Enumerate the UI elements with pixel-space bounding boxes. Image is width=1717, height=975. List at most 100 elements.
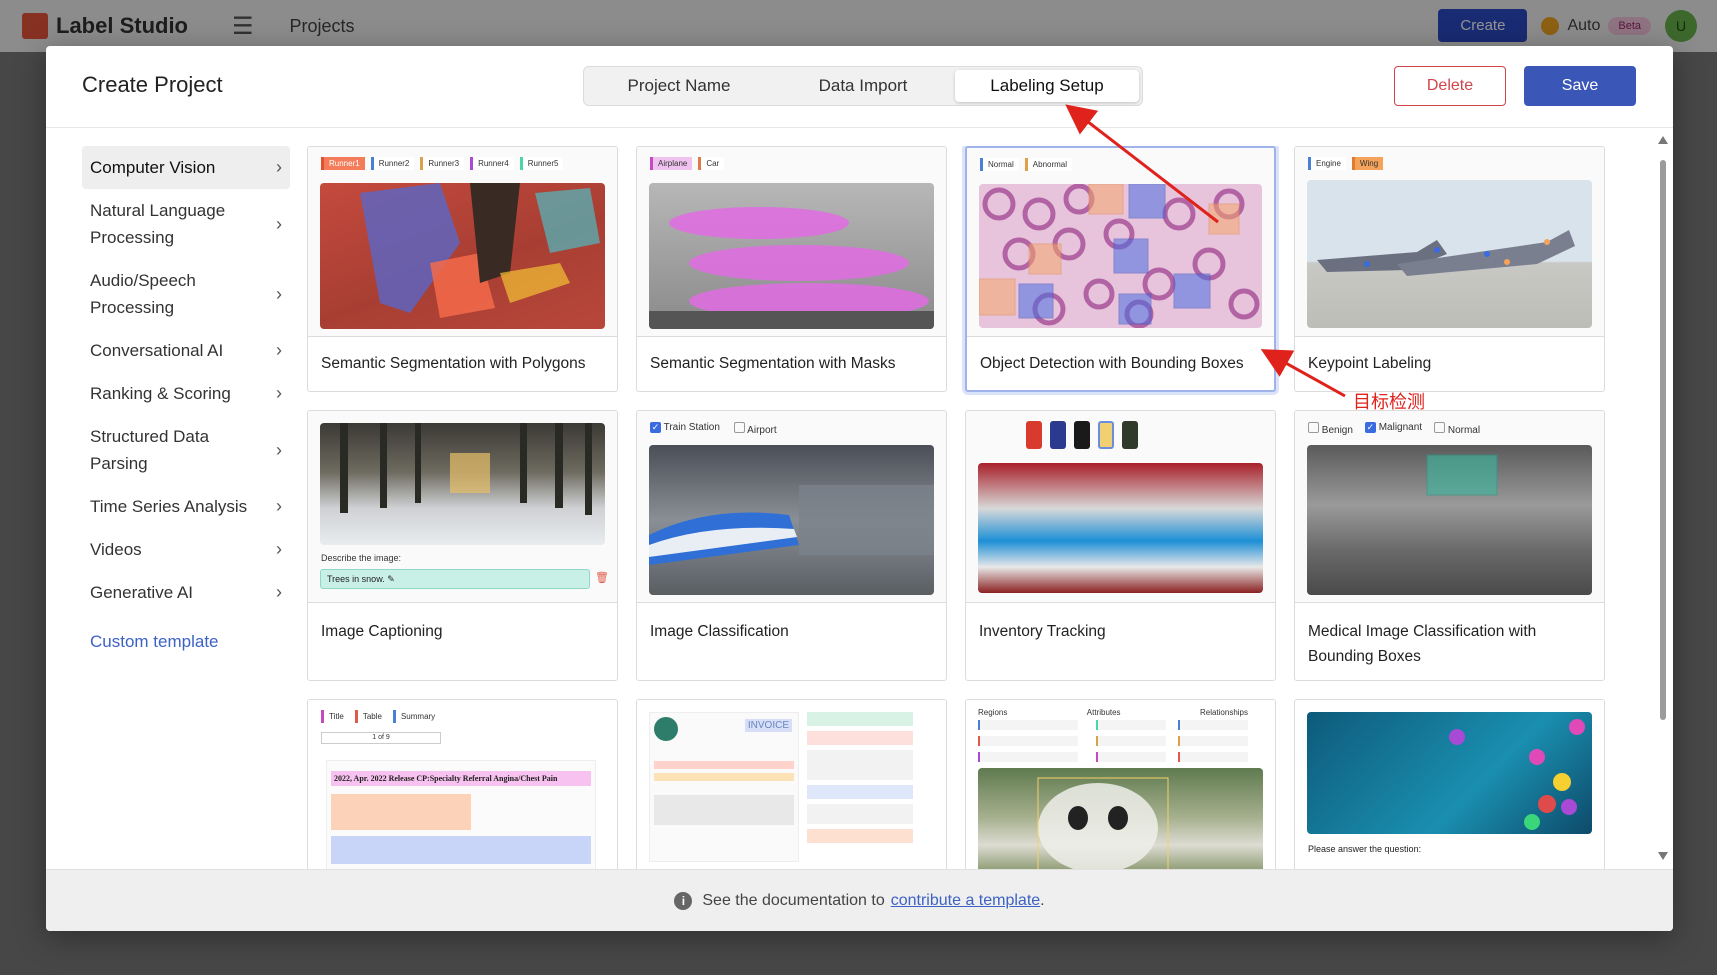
scroll-thumb[interactable] bbox=[1660, 160, 1666, 720]
invoice-logo-icon bbox=[654, 717, 678, 741]
train-preview-icon bbox=[649, 485, 934, 565]
choice-label: Normal bbox=[1447, 425, 1481, 436]
invoice-field bbox=[807, 750, 913, 780]
sidebar-item-videos[interactable]: Videos › bbox=[82, 528, 290, 571]
modal-footer: i See the documentation to contribute a … bbox=[46, 869, 1673, 931]
invoice-doc-title: INVOICE bbox=[744, 719, 792, 732]
product-thumbnails bbox=[1026, 421, 1138, 449]
choice-label: Train Station bbox=[663, 422, 720, 433]
modal-header: Create Project Project Name Data Import … bbox=[46, 46, 1673, 128]
label-tag: Runner2 bbox=[370, 157, 415, 170]
sidebar-item-time-series[interactable]: Time Series Analysis › bbox=[82, 485, 290, 528]
footer-text: See the documentation to bbox=[702, 891, 885, 909]
label-tag: Runner3 bbox=[420, 157, 465, 170]
template-title: Inventory Tracking bbox=[979, 623, 1106, 640]
sidebar-item-audio-speech[interactable]: Audio/Speech Processing › bbox=[82, 259, 290, 329]
checkbox-checked-icon: ✓ bbox=[650, 422, 661, 433]
template-title: Image Classification bbox=[650, 623, 789, 640]
relation-columns: Regions Attributes Relationships bbox=[978, 708, 1248, 717]
footer-suffix: . bbox=[1040, 891, 1045, 909]
sidebar-item-generative-ai[interactable]: Generative AI › bbox=[82, 571, 290, 614]
delete-button[interactable]: Delete bbox=[1394, 66, 1506, 106]
step-tabs: Project Name Data Import Labeling Setup bbox=[583, 66, 1143, 106]
column-header: Relationships bbox=[1199, 708, 1248, 717]
choice-normal: Normal bbox=[1434, 422, 1480, 436]
tab-project-name[interactable]: Project Name bbox=[587, 70, 771, 102]
template-card-object-detection[interactable]: Normal Abnormal Object Detection with Bo… bbox=[965, 146, 1276, 392]
template-card-inventory-tracking[interactable]: Inventory Tracking bbox=[965, 410, 1276, 681]
template-title: Object Detection with Bounding Boxes bbox=[980, 355, 1244, 372]
template-grid-scrollbar[interactable] bbox=[1657, 130, 1669, 864]
checkbox-empty-icon bbox=[1308, 422, 1319, 433]
sidebar-item-label: Natural Language Processing bbox=[90, 201, 226, 247]
preview-image-runners bbox=[320, 183, 605, 329]
checkbox-empty-icon bbox=[733, 422, 745, 433]
label-tag: Runner4 bbox=[470, 157, 514, 170]
preview-image-airplanes bbox=[649, 183, 934, 329]
custom-template-link[interactable]: Custom template bbox=[82, 632, 290, 652]
template-card-image-captioning[interactable]: Describe the image: Trees in snow. ✎ 🗑 I… bbox=[307, 410, 618, 681]
contribute-template-link[interactable]: contribute a template bbox=[891, 892, 1040, 910]
sidebar-item-label: Generative AI bbox=[90, 583, 194, 602]
sidebar-item-label: Audio/Speech Processing bbox=[90, 271, 196, 317]
chevron-right-icon: › bbox=[276, 383, 282, 403]
scroll-up-arrow-icon[interactable] bbox=[1658, 136, 1668, 144]
caption-value: Trees in snow. bbox=[327, 574, 385, 584]
tab-labeling-setup[interactable]: Labeling Setup bbox=[955, 70, 1139, 102]
preview-image-snow-forest bbox=[320, 423, 605, 545]
label-tag: Summary bbox=[392, 710, 441, 723]
invoice-field bbox=[807, 804, 913, 824]
choice-train-station: ✓ Train Station bbox=[650, 422, 720, 436]
trash-icon: 🗑 bbox=[595, 572, 609, 584]
sidebar-item-computer-vision[interactable]: Computer Vision › bbox=[82, 146, 290, 189]
template-preview: Normal Abnormal bbox=[967, 148, 1274, 337]
template-card-image-classification[interactable]: ✓ Train Station Airport Image Classifica… bbox=[636, 410, 947, 681]
choice-label: Malignant bbox=[1378, 422, 1423, 433]
label-tag: Title bbox=[321, 710, 349, 723]
checkbox-checked-icon: ✓ bbox=[1364, 422, 1376, 433]
sidebar-item-nlp[interactable]: Natural Language Processing › bbox=[82, 189, 290, 259]
annotation-label: 目标检测 bbox=[1353, 392, 1425, 413]
save-button[interactable]: Save bbox=[1524, 66, 1636, 106]
chevron-right-icon: › bbox=[276, 582, 282, 602]
sidebar-item-conversational-ai[interactable]: Conversational AI › bbox=[82, 329, 290, 372]
sidebar-item-structured-data[interactable]: Structured Data Parsing › bbox=[82, 415, 290, 485]
preview-image-panda bbox=[978, 768, 1263, 878]
column-header: Attributes bbox=[1086, 708, 1121, 717]
doc-table-highlight bbox=[331, 794, 471, 830]
template-grid: Runner1 Runner2 Runner3 Runner4 Runner5 bbox=[307, 146, 1659, 916]
template-title: Keypoint Labeling bbox=[1308, 355, 1432, 372]
invoice-highlight bbox=[654, 773, 794, 781]
chevron-right-icon: › bbox=[276, 283, 282, 304]
product-can-icon bbox=[1074, 421, 1090, 449]
tab-data-import[interactable]: Data Import bbox=[771, 70, 955, 102]
template-card-keypoint[interactable]: Engine Wing Keypoint Labeling bbox=[1294, 146, 1605, 392]
column-header: Regions bbox=[978, 708, 1008, 717]
preview-image-shelf bbox=[978, 463, 1263, 593]
invoice-field bbox=[807, 731, 913, 745]
choice-label: Benign bbox=[1321, 425, 1353, 436]
template-card-medical-classification[interactable]: Benign ✓ Malignant Normal Medical Image … bbox=[1294, 410, 1605, 681]
mask-overlay-icon bbox=[649, 207, 934, 329]
invoice-field bbox=[807, 712, 913, 726]
sidebar-item-label: Computer Vision bbox=[90, 158, 216, 177]
keypoint-overlay-icon bbox=[1317, 230, 1575, 276]
caption-field: Trees in snow. ✎ bbox=[320, 569, 590, 589]
spheres-preview-icon bbox=[1449, 719, 1585, 830]
template-card-semantic-masks[interactable]: Airplane Car Semantic Segmentation with … bbox=[636, 146, 947, 392]
vqa-question-prompt: Please answer the question: bbox=[1308, 844, 1422, 854]
label-tag: Wing bbox=[1351, 157, 1384, 170]
template-card-semantic-polygons[interactable]: Runner1 Runner2 Runner3 Runner4 Runner5 bbox=[307, 146, 618, 392]
template-preview: Airplane Car bbox=[637, 147, 946, 337]
doc-page: 2022, Apr. 2022 Release CP:Specialty Ref… bbox=[326, 760, 596, 880]
pencil-icon: ✎ bbox=[387, 574, 395, 584]
invoice-doc: INVOICE bbox=[649, 712, 799, 862]
relation-tags bbox=[978, 720, 1248, 770]
choice-benign: Benign bbox=[1308, 422, 1353, 436]
caption-prompt: Describe the image: bbox=[321, 553, 402, 563]
doc-summary-highlight bbox=[331, 836, 591, 864]
label-tag: Normal bbox=[980, 158, 1019, 171]
sidebar-item-ranking-scoring[interactable]: Ranking & Scoring › bbox=[82, 372, 290, 415]
scroll-down-arrow-icon[interactable] bbox=[1658, 852, 1668, 860]
preview-image-ultrasound bbox=[1307, 445, 1592, 595]
